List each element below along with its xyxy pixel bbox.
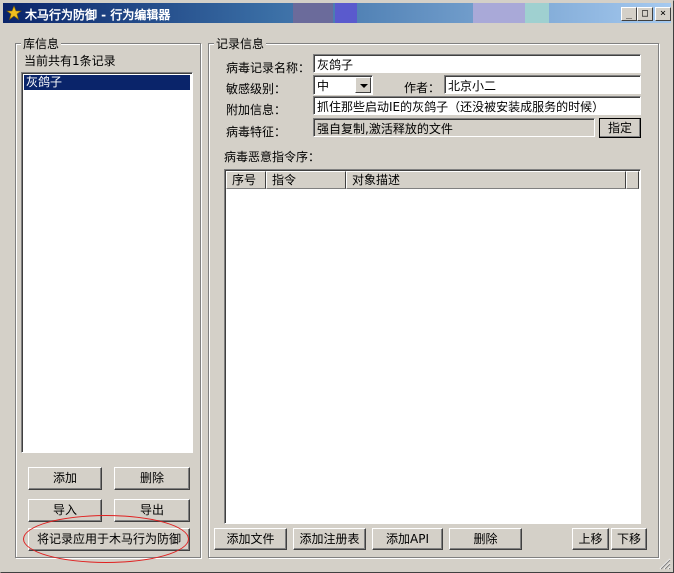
column-header-object-desc[interactable]: 对象描述 <box>346 171 626 189</box>
record-count-text: 当前共有1条记录 <box>24 54 116 68</box>
specify-button[interactable]: 指定 <box>599 118 641 138</box>
title-bar-decoration <box>525 3 549 23</box>
virus-feature-field: 强自复制,激活释放的文件 <box>313 118 595 137</box>
move-up-button[interactable]: 上移 <box>572 528 609 550</box>
add-record-button[interactable]: 添加 <box>28 467 102 490</box>
title-bar-decoration <box>473 3 525 23</box>
delete-instruction-button[interactable]: 删除 <box>449 528 522 550</box>
title-bar[interactable]: 木马行为防御 - 行为编辑器 _ □ × <box>3 3 671 23</box>
minimize-button[interactable]: _ <box>621 7 637 21</box>
add-api-button[interactable]: 添加API <box>372 528 443 550</box>
export-button[interactable]: 导出 <box>114 499 190 522</box>
star-trojan-icon <box>6 5 22 21</box>
instruction-table[interactable]: 序号 指令 对象描述 <box>224 169 641 524</box>
record-list-item-selected[interactable]: 灰鸽子 <box>24 75 190 90</box>
editor-window: 木马行为防御 - 行为编辑器 _ □ × 库信息 当前共有1条记录 灰鸽子 添加… <box>0 0 674 573</box>
extra-info-label: 附加信息： <box>226 103 287 117</box>
column-header-instruction[interactable]: 指令 <box>266 171 346 189</box>
import-button[interactable]: 导入 <box>28 499 102 522</box>
column-header-index[interactable]: 序号 <box>226 171 266 189</box>
title-bar-decoration <box>293 3 333 23</box>
virus-name-input[interactable]: 灰鸽子 <box>313 54 641 73</box>
virus-name-label: 病毒记录名称： <box>226 61 311 75</box>
add-file-button[interactable]: 添加文件 <box>214 528 287 550</box>
dropdown-button[interactable] <box>355 77 371 93</box>
chevron-down-icon <box>360 84 368 88</box>
add-registry-button[interactable]: 添加注册表 <box>293 528 366 550</box>
virus-feature-label: 病毒特征： <box>226 125 287 139</box>
column-header-filler <box>626 171 639 189</box>
library-group-title: 库信息 <box>21 35 62 52</box>
author-label: 作者： <box>404 81 441 95</box>
resize-grip-icon[interactable] <box>659 558 671 570</box>
malicious-sequence-label: 病毒恶意指令序： <box>224 150 321 164</box>
title-bar-decoration <box>335 3 357 23</box>
close-button[interactable]: × <box>655 7 671 21</box>
record-list[interactable]: 灰鸽子 <box>21 72 193 453</box>
move-down-button[interactable]: 下移 <box>611 528 647 550</box>
apply-record-button[interactable]: 将记录应用于木马行为防御 <box>28 528 190 551</box>
extra-info-input[interactable]: 抓住那些启动IE的灰鸽子（还没被安装成服务的时候） <box>313 96 641 115</box>
maximize-button[interactable]: □ <box>637 7 653 21</box>
sensitivity-select[interactable]: 中 <box>313 75 373 95</box>
author-input[interactable]: 北京小二 <box>444 75 641 94</box>
delete-record-button[interactable]: 删除 <box>114 467 190 490</box>
record-info-group-title: 记录信息 <box>214 35 267 52</box>
window-title: 木马行为防御 - 行为编辑器 <box>25 8 171 22</box>
sensitivity-label: 敏感级别： <box>226 82 287 96</box>
